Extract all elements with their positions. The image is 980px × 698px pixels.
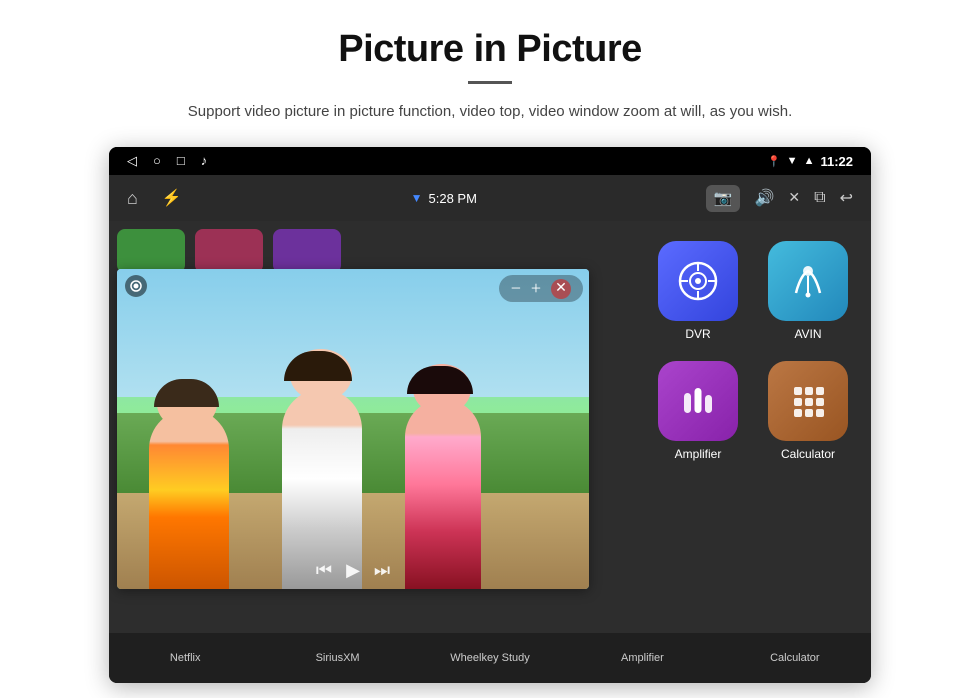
location-icon: 📍	[767, 155, 781, 168]
pip-area: − + ✕ ⏮ ▶ ⏭	[109, 221, 635, 633]
page-title: Picture in Picture	[338, 28, 642, 71]
title-divider	[468, 81, 512, 84]
signal-icon: ▲	[804, 155, 815, 167]
toolbar-right: 📷 🔊 ✕ ⧉ ↩	[706, 185, 853, 212]
app-icon-calculator	[768, 361, 848, 441]
pip-record-icon	[125, 275, 147, 297]
app-icon-avin	[768, 241, 848, 321]
rewind-button[interactable]: ⏮	[316, 560, 332, 581]
recents-nav-icon[interactable]: □	[177, 153, 185, 169]
bottom-labels-row: Netflix SiriusXM Wheelkey Study Amplifie…	[109, 633, 871, 683]
toolbar-left: ⌂ ⚡	[127, 188, 182, 209]
app-content: − + ✕ ⏮ ▶ ⏭	[109, 221, 871, 633]
toolbar-time: 5:28 PM	[429, 191, 477, 206]
usb-icon: ⚡	[162, 188, 182, 208]
app-icons-top-row	[117, 229, 341, 273]
dvr-label: DVR	[685, 327, 710, 341]
calculator-bottom-label: Calculator	[770, 652, 820, 664]
home-icon[interactable]: ⌂	[127, 188, 138, 209]
app-cell-calculator[interactable]: Calculator	[753, 351, 863, 471]
back-nav-icon[interactable]: ◁	[127, 153, 137, 169]
app-icon-pink	[195, 229, 263, 273]
app-cell-avin[interactable]: AVIN	[753, 231, 863, 351]
fast-forward-button[interactable]: ⏭	[374, 560, 390, 581]
person-1	[129, 379, 249, 589]
siriusxm-bottom-label: SiriusXM	[316, 652, 360, 664]
app-cell-amplifier[interactable]: Amplifier	[643, 351, 753, 471]
play-button[interactable]: ▶	[346, 560, 360, 581]
status-time: 11:22	[820, 154, 853, 169]
app-cell-dvr[interactable]: DVR	[643, 231, 753, 351]
close-toolbar-icon[interactable]: ✕	[788, 190, 800, 207]
status-bar: ◁ ○ □ ♪ 📍 ▼ ▲ 11:22	[109, 147, 871, 175]
app-toolbar: ⌂ ⚡ ▼ 5:28 PM 📷 🔊 ✕ ⧉ ↩	[109, 175, 871, 221]
home-nav-icon[interactable]: ○	[153, 153, 161, 169]
status-bar-right: 📍 ▼ ▲ 11:22	[767, 154, 853, 169]
toolbar-center: ▼ 5:28 PM	[411, 191, 477, 206]
bottom-app-siriusxm: SiriusXM	[261, 652, 413, 664]
calculator-label: Calculator	[781, 447, 835, 461]
device-frame: ◁ ○ □ ♪ 📍 ▼ ▲ 11:22 ⌂ ⚡ ▼ 5:28 PM	[109, 147, 871, 683]
pip-window[interactable]: − + ✕ ⏮ ▶ ⏭	[117, 269, 589, 589]
pip-controls-top	[125, 275, 147, 297]
wifi-icon: ▼	[787, 155, 798, 167]
person-2	[262, 349, 382, 589]
volume-icon[interactable]: 🔊	[754, 188, 774, 208]
pip-toolbar-icon[interactable]: ⧉	[814, 189, 825, 207]
camera-button[interactable]: 📷	[706, 185, 741, 212]
app-icon-dvr	[658, 241, 738, 321]
bottom-app-netflix: Netflix	[109, 652, 261, 664]
app-icon-purple	[273, 229, 341, 273]
app-icon-amplifier	[658, 361, 738, 441]
pip-plus-button[interactable]: +	[531, 278, 541, 299]
pip-video-scene	[117, 269, 589, 589]
wifi-toolbar-icon: ▼	[411, 191, 423, 205]
back-toolbar-icon[interactable]: ↩	[840, 188, 853, 208]
pip-close-button[interactable]: ✕	[551, 279, 571, 299]
wheelkey-bottom-label: Wheelkey Study	[450, 652, 529, 664]
page-wrapper: Picture in Picture Support video picture…	[0, 0, 980, 683]
page-subtitle: Support video picture in picture functio…	[188, 100, 792, 123]
avin-label: AVIN	[794, 327, 821, 341]
bottom-app-wheelkey: Wheelkey Study	[414, 652, 566, 664]
app-icon-green	[117, 229, 185, 273]
pip-resize-controls: − + ✕	[499, 275, 583, 302]
amplifier-label: Amplifier	[675, 447, 722, 461]
amplifier-bottom-label: Amplifier	[621, 652, 664, 664]
music-nav-icon: ♪	[201, 153, 208, 169]
netflix-bottom-label: Netflix	[170, 652, 201, 664]
status-bar-left: ◁ ○ □ ♪	[127, 153, 207, 169]
pip-playback-controls: ⏮ ▶ ⏭	[316, 560, 390, 581]
pip-minus-button[interactable]: −	[511, 278, 521, 299]
bottom-app-calculator-bottom: Calculator	[719, 652, 871, 664]
person-3	[387, 364, 497, 589]
bottom-app-amplifier-bottom: Amplifier	[566, 652, 718, 664]
app-grid-right: DVR AVIN	[635, 221, 871, 633]
